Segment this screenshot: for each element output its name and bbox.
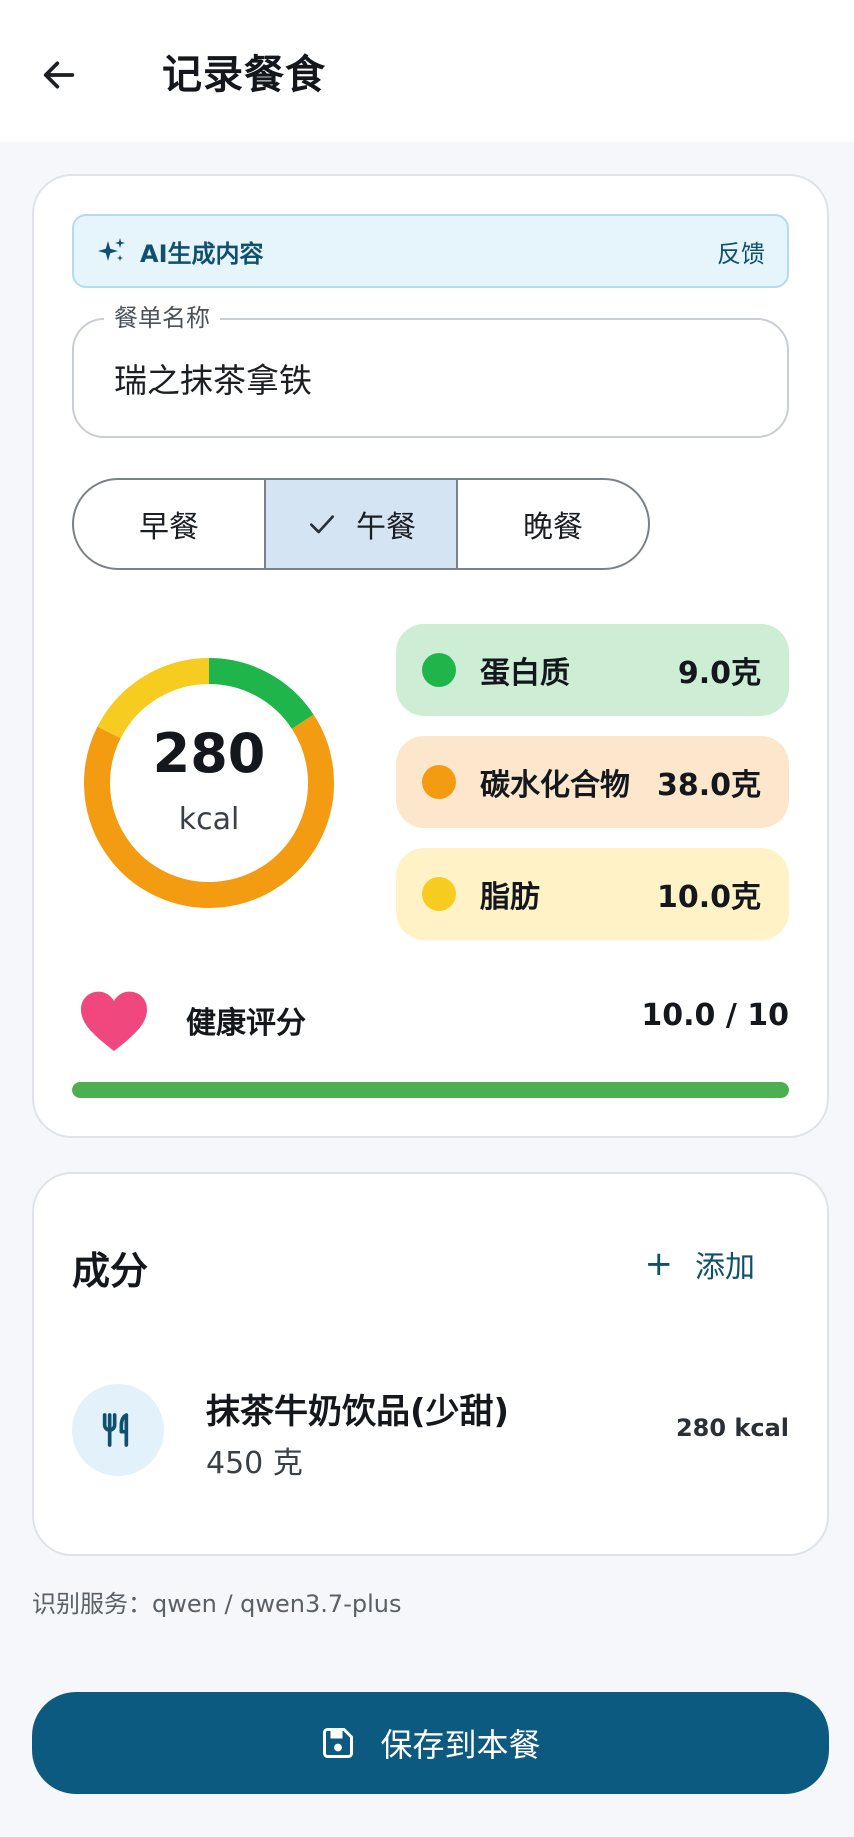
ai-generated-banner: AI生成内容 反馈 <box>72 214 789 288</box>
macro-name: 蛋白质 <box>480 656 570 691</box>
back-button[interactable] <box>30 46 88 104</box>
save-button-label: 保存到本餐 <box>380 1726 541 1764</box>
meal-name-input[interactable] <box>114 348 714 408</box>
health-score-value: 10.0 / 10 <box>641 998 789 1033</box>
ai-banner-label: AI生成内容 <box>140 239 264 268</box>
heart-icon <box>81 991 147 1051</box>
recognition-service-text: 识别服务：qwen / qwen3.7-plus <box>32 1590 402 1618</box>
feedback-link[interactable]: 反馈 <box>717 234 765 269</box>
meal-summary-card: AI生成内容 反馈 餐单名称 早餐 午餐 晚餐 280 kcal 蛋白质 9.0… <box>32 174 829 1138</box>
ingredient-row[interactable]: 抹茶牛奶饮品(少甜) 450 克 280 kcal <box>72 1384 789 1481</box>
meal-name-legend: 餐单名称 <box>104 303 220 333</box>
donut-segment-0 <box>208 658 314 730</box>
macro-value: 9.0克 <box>677 656 761 691</box>
utensils-icon <box>102 1413 129 1447</box>
health-score-label: 健康评分 <box>186 1006 306 1041</box>
meal-type-selector: 早餐 午餐 晚餐 <box>72 478 650 570</box>
ingredient-icon-badge <box>72 1384 164 1476</box>
top-app-bar: 记录餐食 <box>0 0 854 142</box>
meal-type-breakfast[interactable]: 早餐 <box>74 480 266 568</box>
macro-value: 38.0克 <box>656 768 761 803</box>
calorie-unit: kcal <box>178 802 240 837</box>
add-ingredient-label: 添加 <box>695 1250 755 1285</box>
ingredients-card: 成分 + 添加 抹茶牛奶饮品(少甜) 450 克 280 kcal <box>32 1172 829 1556</box>
ingredient-name: 抹茶牛奶饮品(少甜) <box>206 1392 510 1432</box>
macro-carbs: 碳水化合物 38.0克 <box>396 736 789 828</box>
macro-fat: 脂肪 10.0克 <box>396 848 789 940</box>
macro-protein: 蛋白质 9.0克 <box>396 624 789 716</box>
meal-type-lunch[interactable]: 午餐 <box>266 480 458 568</box>
page-title: 记录餐食 <box>162 52 326 98</box>
ingredient-quantity: 450 克 <box>206 1446 303 1481</box>
calorie-value: 280 <box>152 722 266 785</box>
macro-name: 碳水化合物 <box>480 768 630 803</box>
check-icon <box>310 515 334 534</box>
add-ingredient-button[interactable]: + 添加 <box>645 1242 756 1286</box>
ingredient-calories: 280 kcal <box>675 1414 789 1442</box>
save-to-meal-button[interactable]: 保存到本餐 <box>32 1692 829 1794</box>
arrow-left-icon <box>43 61 75 89</box>
meal-type-label: 晚餐 <box>523 510 583 545</box>
plus-icon: + <box>644 1244 674 1284</box>
macro-dot <box>422 877 456 911</box>
health-score-fill <box>72 1082 789 1098</box>
meal-type-dinner[interactable]: 晚餐 <box>458 480 648 568</box>
meal-name-field[interactable]: 餐单名称 <box>72 303 789 438</box>
sparkle-icon <box>98 238 125 261</box>
macro-dot <box>422 653 456 687</box>
meal-type-label: 午餐 <box>356 510 416 545</box>
macro-value: 10.0克 <box>656 880 761 915</box>
meal-type-label: 早餐 <box>139 510 199 545</box>
health-score-bar <box>72 1082 789 1098</box>
macro-name: 脂肪 <box>480 880 540 915</box>
save-icon <box>323 1728 354 1758</box>
ingredients-title: 成分 <box>72 1249 149 1293</box>
macro-dot <box>422 765 456 799</box>
